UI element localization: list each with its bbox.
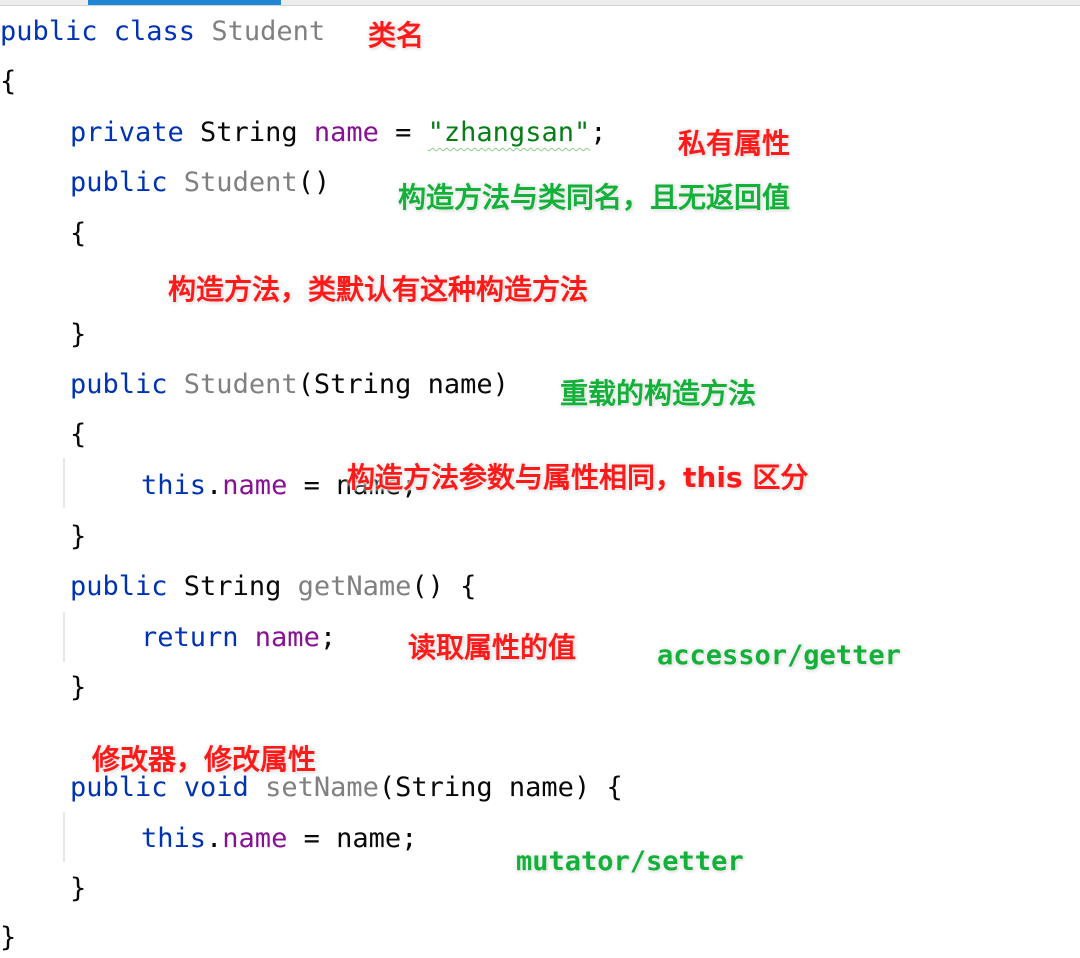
annotation-read-value: 读取属性的值 — [408, 631, 577, 664]
keyword: public class — [0, 16, 212, 47]
constructor-name: Student — [183, 369, 298, 400]
annotation-private-field: 私有属性 — [678, 127, 791, 160]
code-line-overloaded-constructor: public Student(String name) — [70, 365, 509, 405]
operator: = — [378, 117, 428, 148]
code-line-open-brace: { — [70, 218, 87, 249]
semicolon: ; — [590, 117, 607, 148]
annotation-mutator: mutator/setter — [516, 846, 744, 877]
field-name: name — [313, 117, 379, 148]
code-line-default-constructor: public Student() — [70, 163, 330, 203]
annotation-this-distinguish: 构造方法参数与属性相同，this 区分 — [347, 461, 809, 494]
code-line-open-brace: { — [0, 66, 17, 97]
parens: () { — [411, 571, 477, 602]
dot: . — [206, 823, 223, 854]
code-line-close-brace: } — [70, 521, 87, 552]
indent-guide — [63, 458, 65, 508]
code-line-class-close-brace: } — [0, 922, 17, 953]
code-line-close-brace: } — [70, 319, 87, 350]
field-name: name — [222, 823, 288, 854]
code-line-open-brace: { — [70, 419, 87, 450]
method-name: getName — [297, 571, 412, 602]
code-line-close-brace: } — [70, 873, 87, 904]
parens: () — [297, 167, 331, 198]
code-line-class-decl: public class Student — [0, 12, 325, 52]
string-literal: "zhangsan" — [427, 117, 591, 148]
indent-guide — [63, 612, 65, 662]
dot: . — [206, 470, 223, 501]
annotation-class-name: 类名 — [368, 19, 425, 52]
keyword: public — [70, 167, 184, 198]
type: String — [200, 117, 314, 148]
keyword: public — [70, 571, 184, 602]
code-line-field: private String name = "zhangsan"; — [70, 113, 606, 153]
class-name: Student — [211, 16, 326, 47]
annotation-modifier: 修改器，修改属性 — [92, 743, 317, 776]
parameters: (String name) { — [378, 772, 623, 803]
field-name: name — [254, 622, 320, 653]
semicolon: ; — [319, 622, 337, 653]
keyword: this — [141, 823, 207, 854]
keyword: this — [141, 470, 207, 501]
code-line-return: return name; — [141, 618, 336, 658]
keyword: public — [70, 369, 184, 400]
code-line-getter-decl: public String getName() { — [70, 567, 476, 607]
keyword: return — [141, 622, 255, 653]
indent-guide — [63, 812, 65, 862]
constructor-name: Student — [183, 167, 298, 198]
code-line-this-assign: this.name = name; — [141, 819, 417, 859]
parameters: (String name) — [297, 369, 509, 400]
annotation-default-constructor: 构造方法，类默认有这种构造方法 — [168, 273, 589, 306]
code-line-close-brace: } — [70, 672, 87, 703]
keyword: private — [70, 117, 201, 148]
annotation-accessor: accessor/getter — [657, 640, 901, 671]
annotation-overloaded-constructor: 重载的构造方法 — [560, 377, 757, 410]
editor-tab-bar — [0, 0, 1080, 6]
assignment: = name; — [287, 823, 418, 854]
active-tab-indicator[interactable] — [88, 0, 281, 5]
type: String — [183, 571, 298, 602]
field-name: name — [222, 470, 288, 501]
annotation-constructor-same-name: 构造方法与类同名，且无返回值 — [398, 181, 791, 214]
